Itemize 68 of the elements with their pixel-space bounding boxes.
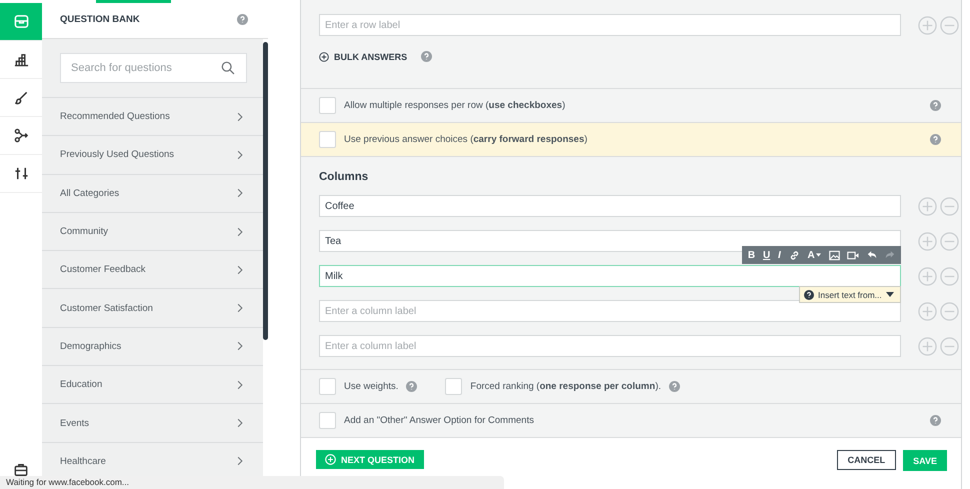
category-item[interactable]: Events — [42, 403, 263, 442]
option-label: Add an "Other" Answer Option for Comments — [344, 415, 535, 426]
remove-icon[interactable] — [940, 266, 959, 286]
checkbox[interactable] — [445, 378, 462, 395]
bulk-answers-button[interactable]: BULK ANSWERS — [319, 52, 408, 62]
toolbar-button[interactable]: I — [778, 247, 781, 263]
option-label: Forced ranking (one response per column). — [470, 381, 661, 392]
category-item[interactable]: Education — [42, 365, 263, 404]
scrollbar[interactable] — [263, 42, 268, 340]
input-field[interactable]: Coffee — [319, 195, 901, 217]
add-icon[interactable] — [918, 16, 937, 34]
help-icon[interactable] — [669, 381, 680, 392]
add-icon[interactable] — [918, 302, 937, 320]
chevron-icon — [237, 303, 243, 314]
checkbox[interactable] — [319, 97, 336, 114]
help-icon[interactable] — [930, 100, 941, 111]
remove-icon[interactable] — [940, 232, 959, 250]
checkbox[interactable] — [319, 131, 336, 148]
brush-icon — [14, 90, 28, 105]
chevron-icon — [237, 188, 243, 198]
search-icon[interactable] — [221, 61, 235, 75]
option-label: Use previous answer choices (carry forward responses) — [344, 134, 588, 145]
option-label: Use weights. — [344, 381, 398, 392]
add-icon[interactable] — [918, 232, 937, 250]
tray-icon — [14, 14, 28, 29]
add-icon[interactable] — [918, 196, 937, 216]
help-icon[interactable] — [930, 134, 941, 145]
add-icon[interactable] — [918, 336, 937, 356]
remove-icon[interactable] — [940, 302, 959, 320]
input-field[interactable]: Milk — [319, 265, 901, 287]
chevron-icon — [237, 341, 243, 352]
input-field[interactable]: Enter a column label — [319, 300, 901, 322]
search-field[interactable]: Search for questions — [60, 53, 247, 83]
help-icon[interactable] — [421, 51, 432, 62]
branch-icon — [14, 128, 28, 143]
panel-title: QUESTION BANK — [60, 14, 140, 24]
section-heading: Columns — [319, 171, 370, 183]
help-icon[interactable] — [237, 14, 248, 24]
remove-icon[interactable] — [940, 336, 959, 356]
chevron-icon — [237, 112, 243, 122]
chevron-icon — [237, 226, 243, 237]
checkbox[interactable] — [319, 378, 336, 395]
option-label: Allow multiple responses per row (use checkboxes) — [344, 100, 566, 111]
add-circle-icon — [319, 52, 329, 62]
checkbox[interactable] — [319, 412, 336, 429]
help-icon[interactable] — [406, 381, 418, 392]
help-icon[interactable] — [930, 415, 941, 426]
remove-icon[interactable] — [940, 16, 959, 34]
remove-icon[interactable] — [940, 196, 959, 216]
cancel-button[interactable]: CANCEL — [836, 450, 896, 470]
input-field[interactable]: Enter a row label — [319, 14, 901, 36]
help-icon — [804, 290, 814, 300]
briefcase-icon[interactable] — [14, 463, 28, 477]
input-field[interactable]: Enter a column label — [319, 335, 901, 357]
bar-chart-icon — [14, 52, 28, 67]
chevron-icon — [237, 380, 243, 390]
category-item[interactable]: Demographics — [42, 326, 263, 366]
input-field[interactable]: Tea — [319, 230, 901, 252]
caret-icon — [886, 292, 894, 297]
add-circle-icon — [325, 454, 336, 465]
chevron-icon — [237, 456, 243, 466]
chevron-icon — [237, 264, 243, 275]
add-icon[interactable] — [918, 266, 937, 286]
status-bar: Waiting for www.facebook.com... — [0, 476, 504, 489]
chevron-icon — [237, 418, 243, 428]
sliders-icon — [14, 166, 28, 181]
insert-text-menu[interactable]: Insert text from... — [799, 286, 901, 303]
chevron-icon — [237, 150, 243, 160]
